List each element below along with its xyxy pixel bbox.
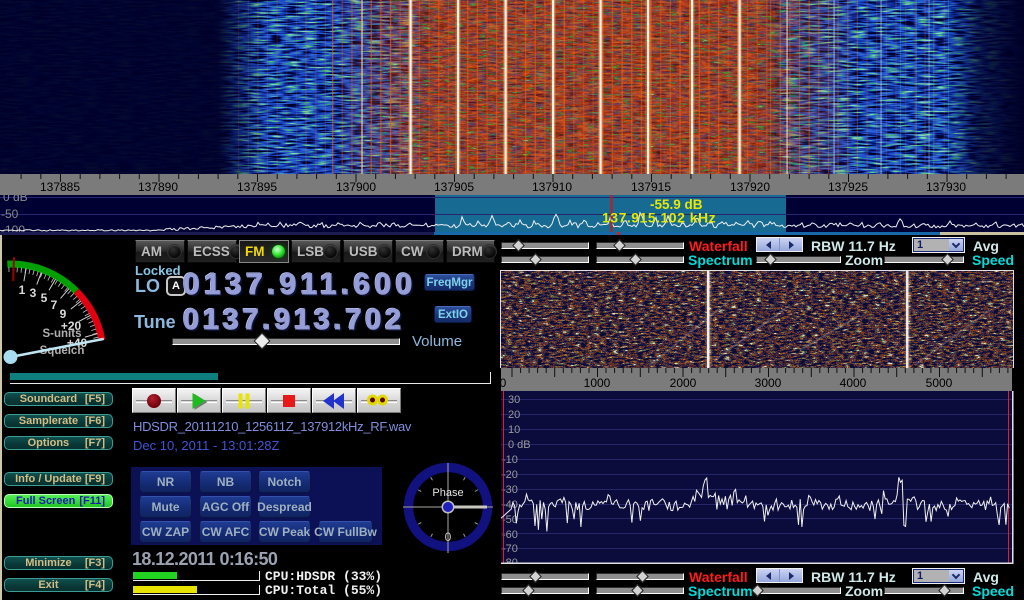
svg-text:20: 20 (508, 409, 520, 421)
svg-text:137.915.102 kHz: 137.915.102 kHz (602, 210, 716, 226)
svg-text:10: 10 (508, 424, 520, 436)
svg-text:1: 1 (19, 283, 26, 297)
svg-text:7: 7 (51, 298, 58, 312)
svg-text:3: 3 (30, 286, 37, 300)
svg-text:137930: 137930 (926, 180, 966, 194)
svg-text:-30: -30 (502, 484, 518, 496)
svg-text:-10: -10 (502, 454, 518, 466)
svg-text:137920: 137920 (730, 180, 770, 194)
svg-text:137915: 137915 (631, 180, 671, 194)
svg-text:0: 0 (501, 376, 507, 390)
svg-text:-60: -60 (502, 529, 518, 541)
svg-text:0 dB: 0 dB (3, 195, 28, 204)
svg-text:137910: 137910 (532, 180, 572, 194)
svg-text:30: 30 (508, 394, 520, 406)
svg-text:137890: 137890 (138, 180, 178, 194)
svg-text:-50: -50 (1, 207, 19, 221)
svg-text:S-units: S-units (43, 328, 82, 340)
svg-text:137925: 137925 (828, 180, 868, 194)
svg-text:137885: 137885 (40, 180, 80, 194)
svg-text:137905: 137905 (434, 180, 474, 194)
svg-text:5000: 5000 (926, 376, 953, 390)
svg-text:137900: 137900 (336, 180, 376, 194)
svg-text:5: 5 (41, 291, 48, 305)
svg-text:137895: 137895 (237, 180, 277, 194)
svg-text:0: 0 (445, 530, 452, 544)
svg-text:-40: -40 (502, 499, 518, 511)
svg-text:-70: -70 (502, 543, 518, 555)
svg-text:-20: -20 (502, 469, 518, 481)
svg-text:4000: 4000 (840, 376, 867, 390)
svg-text:1000: 1000 (584, 376, 611, 390)
svg-text:0 dB: 0 dB (508, 439, 531, 451)
svg-text:Phase: Phase (432, 487, 463, 499)
svg-text:3000: 3000 (755, 376, 782, 390)
svg-text:2000: 2000 (670, 376, 697, 390)
